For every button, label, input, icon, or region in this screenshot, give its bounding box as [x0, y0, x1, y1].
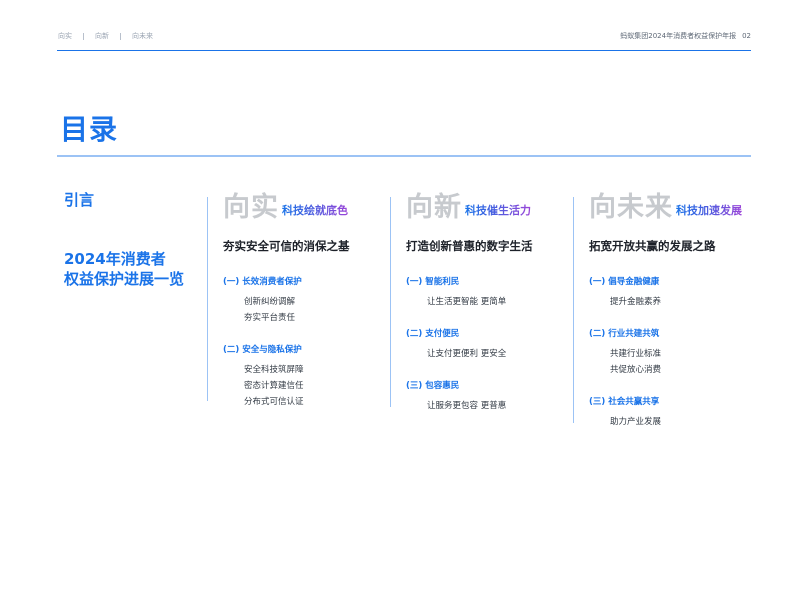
section-label[interactable]: (三) 社会共赢共享 — [589, 395, 659, 407]
toc-page: 向实 向新 向未来 蚂蚁集团2024年消费者权益保护年报 02 目录 引言 202… — [0, 0, 808, 596]
top-nav: 向实 向新 向未来 — [58, 31, 153, 41]
column-subtitle[interactable]: 拓宽开放共赢的发展之路 — [589, 238, 716, 254]
section-item[interactable]: 共促放心消费 — [610, 363, 661, 375]
section-item[interactable]: 让支付更便利 更安全 — [427, 347, 506, 359]
column-divider — [390, 197, 391, 407]
column-big-title: 向未来 — [589, 192, 673, 223]
section-label[interactable]: (一) 倡导金融健康 — [589, 275, 659, 287]
section-item[interactable]: 共建行业标准 — [610, 347, 661, 359]
section-item[interactable]: 创新纠纷调解 — [244, 295, 295, 307]
section-item[interactable]: 密态计算建信任 — [244, 379, 304, 391]
section-item[interactable]: 夯实平台责任 — [244, 311, 295, 323]
nav-item-xiangweilai[interactable]: 向未来 — [132, 31, 153, 41]
column-subtitle[interactable]: 打造创新普惠的数字生活 — [406, 238, 533, 254]
section-label[interactable]: (二) 安全与隐私保护 — [223, 343, 302, 355]
column-tagline: 科技加速发展 — [676, 203, 742, 223]
column-tagline: 科技绘就底色 — [282, 203, 348, 223]
section-label[interactable]: (三) 包容惠民 — [406, 379, 459, 391]
column-subtitle[interactable]: 夯实安全可信的消保之基 — [223, 238, 350, 254]
column-divider — [573, 197, 574, 423]
header-divider — [57, 50, 751, 51]
title-divider — [57, 155, 751, 157]
overview-line-2: 权益保护进展一览 — [64, 270, 185, 288]
page-title: 目录 — [60, 113, 119, 146]
section-item[interactable]: 安全科技筑屏障 — [244, 363, 304, 375]
column-divider — [207, 197, 208, 401]
report-header: 蚂蚁集团2024年消费者权益保护年报 02 — [620, 31, 751, 41]
section-item[interactable]: 让服务更包容 更普惠 — [427, 399, 506, 411]
column-tagline: 科技催生活力 — [465, 203, 531, 223]
column-big-title: 向新 — [406, 192, 462, 223]
column-heading: 向实 科技绘就底色 — [223, 193, 348, 223]
column-big-title: 向实 — [223, 192, 279, 223]
column-heading: 向未来 科技加速发展 — [589, 193, 742, 223]
section-label[interactable]: (一) 智能利民 — [406, 275, 459, 287]
section-label[interactable]: (二) 支付便民 — [406, 327, 459, 339]
section-item[interactable]: 分布式可信认证 — [244, 395, 304, 407]
section-item[interactable]: 提升金融素养 — [610, 295, 661, 307]
section-item[interactable]: 助力产业发展 — [610, 415, 661, 427]
section-item[interactable]: 让生活更智能 更简单 — [427, 295, 506, 307]
nav-separator — [83, 32, 84, 40]
column-heading: 向新 科技催生活力 — [406, 193, 531, 223]
overview-line-1: 2024年消费者 — [64, 250, 166, 268]
report-title: 蚂蚁集团2024年消费者权益保护年报 — [620, 32, 737, 40]
nav-item-xiangxin[interactable]: 向新 — [95, 31, 109, 41]
section-label[interactable]: (一) 长效消费者保护 — [223, 275, 302, 287]
toc-link-overview[interactable]: 2024年消费者 权益保护进展一览 — [64, 249, 184, 289]
nav-separator — [120, 32, 121, 40]
toc-link-intro[interactable]: 引言 — [64, 189, 94, 210]
section-label[interactable]: (二) 行业共建共筑 — [589, 327, 659, 339]
page-number: 02 — [742, 32, 751, 40]
nav-item-xiangshi[interactable]: 向实 — [58, 31, 72, 41]
